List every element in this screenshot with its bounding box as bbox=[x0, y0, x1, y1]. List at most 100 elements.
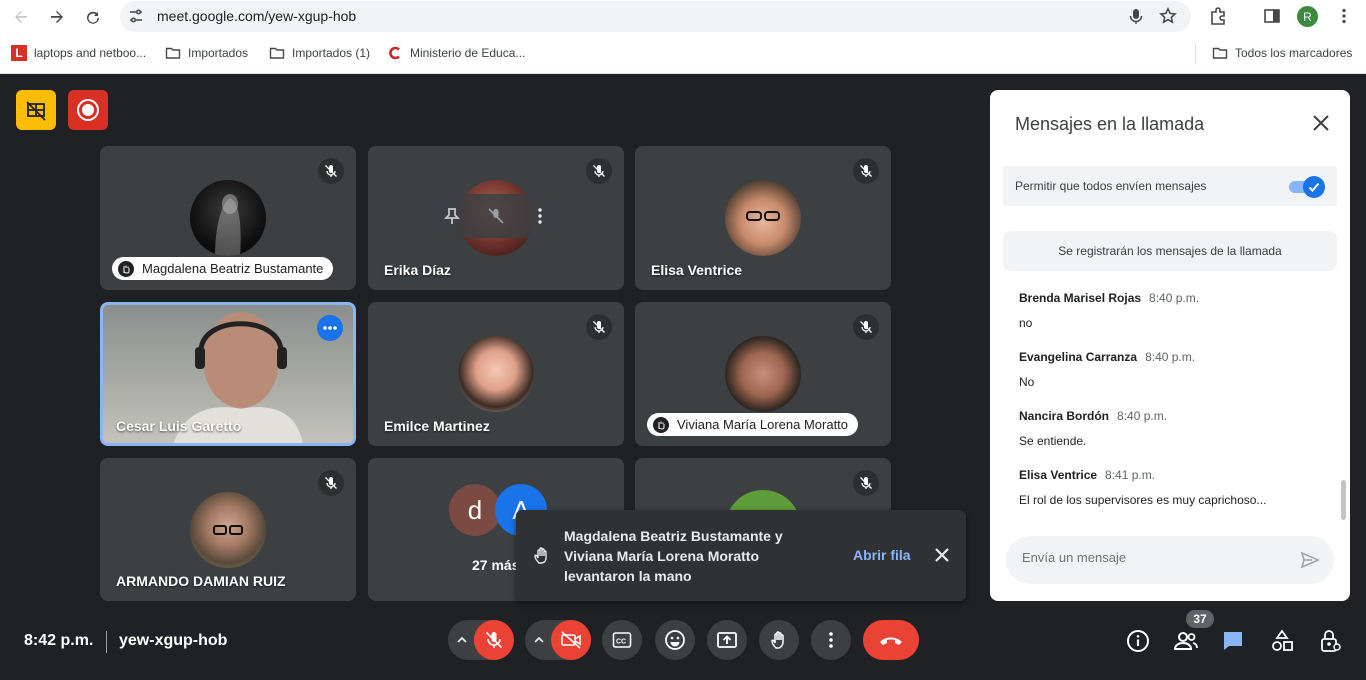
message-text: Se entiende. bbox=[1019, 434, 1087, 448]
star-icon[interactable] bbox=[1159, 7, 1177, 25]
close-icon[interactable] bbox=[932, 545, 952, 565]
leave-call-button[interactable] bbox=[863, 620, 919, 660]
videocam-off-icon bbox=[561, 631, 581, 649]
mute-participant-icon[interactable] bbox=[486, 206, 506, 226]
bookmark-label: Importados (1) bbox=[292, 46, 371, 60]
recording-badge[interactable] bbox=[68, 90, 108, 130]
present-button[interactable] bbox=[707, 620, 747, 660]
close-icon[interactable] bbox=[1310, 112, 1332, 134]
raised-hands-notification: Magdalena Beatriz Bustamante y Viviana M… bbox=[516, 510, 966, 601]
send-icon[interactable] bbox=[1300, 550, 1320, 570]
participants-count-badge: 37 bbox=[1186, 610, 1214, 628]
back-icon[interactable] bbox=[8, 4, 34, 30]
others-count-label: 27 más bbox=[472, 557, 520, 573]
call-end-icon bbox=[880, 637, 902, 645]
meeting-details-button[interactable] bbox=[1125, 628, 1151, 654]
participant-name: Elisa Ventrice bbox=[651, 262, 743, 278]
microphone-toggle-button[interactable] bbox=[474, 620, 514, 660]
bookmark-ministerio[interactable]: Ministerio de Educa... bbox=[387, 45, 525, 61]
folder-icon bbox=[1212, 47, 1228, 59]
record-icon bbox=[77, 99, 99, 121]
camera-toggle-button[interactable] bbox=[551, 620, 591, 660]
chat-recording-notice: Se registrarán los mensajes de la llamad… bbox=[1003, 231, 1337, 271]
bookmark-label: Importados bbox=[188, 46, 249, 60]
activities-button[interactable] bbox=[1269, 628, 1295, 654]
allow-messages-toggle[interactable] bbox=[1289, 175, 1325, 198]
message-text: El rol de los supervisores es muy capric… bbox=[1019, 493, 1267, 507]
site-settings-icon[interactable] bbox=[128, 8, 144, 24]
bookmarks-bar: L laptops and netboo... Importados Impor… bbox=[0, 34, 1366, 74]
chat-scrollbar[interactable] bbox=[1341, 480, 1346, 520]
participant-avatar bbox=[458, 336, 534, 412]
forward-icon[interactable] bbox=[44, 4, 70, 30]
participant-tile[interactable]: Emilce Martinez bbox=[368, 302, 624, 446]
extensions-icon[interactable] bbox=[1209, 7, 1227, 25]
participant-tile[interactable]: ARMANDO DAMIAN RUIZ bbox=[100, 458, 356, 601]
info-icon bbox=[1127, 630, 1149, 652]
participant-tile[interactable]: Magdalena Beatriz Bustamante bbox=[100, 146, 356, 290]
participant-tile-active[interactable]: Cesar Luis Garetto bbox=[100, 302, 356, 446]
lock-person-icon bbox=[1321, 630, 1341, 652]
people-icon bbox=[1173, 632, 1198, 650]
message-time: 8:40 p.m. bbox=[1145, 350, 1196, 364]
participant-avatar bbox=[725, 336, 801, 412]
svg-text:CC: CC bbox=[616, 639, 626, 646]
more-options-button[interactable] bbox=[811, 620, 851, 660]
meeting-time: 8:42 p.m. bbox=[24, 632, 94, 649]
message-time: 8:40 p.m. bbox=[1117, 409, 1168, 423]
chat-message: Brenda Marisel Rojas 8:40 p.m. no bbox=[1019, 289, 1329, 348]
address-bar[interactable]: meet.google.com/yew-xgup-hob bbox=[120, 1, 1191, 32]
open-queue-button[interactable]: Abrir fila bbox=[853, 547, 911, 563]
allow-messages-label: Permitir que todos envíen mensajes bbox=[1015, 179, 1207, 193]
companion-mode-badge[interactable] bbox=[16, 90, 56, 130]
raise-hand-button[interactable] bbox=[759, 620, 799, 660]
chat-icon bbox=[1224, 632, 1242, 650]
bookmark-laptops[interactable]: L laptops and netboo... bbox=[11, 45, 146, 61]
shapes-icon bbox=[1272, 629, 1293, 651]
emoji-icon bbox=[665, 630, 685, 650]
divider bbox=[106, 631, 107, 653]
meeting-code: yew-xgup-hob bbox=[119, 632, 228, 649]
chat-panel: Mensajes en la llamada Permitir que todo… bbox=[990, 90, 1350, 601]
url-text[interactable]: meet.google.com/yew-xgup-hob bbox=[157, 8, 356, 24]
hand-icon bbox=[771, 631, 784, 649]
message-text: no bbox=[1019, 316, 1033, 330]
all-bookmarks[interactable]: Todos los marcadores bbox=[1212, 45, 1352, 61]
notification-text: Magdalena Beatriz Bustamante y Viviana M… bbox=[564, 528, 783, 584]
chevron-up-icon[interactable] bbox=[456, 634, 468, 646]
present-screen-icon bbox=[717, 632, 737, 648]
reload-icon[interactable] bbox=[80, 4, 106, 30]
bookmark-label: Ministerio de Educa... bbox=[410, 46, 526, 60]
host-controls-button[interactable] bbox=[1317, 628, 1343, 654]
reactions-button[interactable] bbox=[655, 620, 695, 660]
participant-name: Viviana María Lorena Moratto bbox=[677, 417, 849, 432]
message-sender: Elisa Ventrice bbox=[1019, 468, 1098, 482]
profile-avatar[interactable]: R bbox=[1297, 6, 1318, 27]
all-bookmarks-label: Todos los marcadores bbox=[1235, 46, 1353, 60]
captions-button[interactable]: CC bbox=[602, 620, 642, 660]
mic-off-icon bbox=[853, 314, 879, 340]
more-options-button[interactable] bbox=[317, 315, 343, 341]
microphone-icon[interactable] bbox=[1127, 7, 1145, 25]
participant-tile[interactable]: Elisa Ventrice bbox=[635, 146, 891, 290]
check-icon bbox=[1308, 182, 1320, 192]
chevron-up-icon[interactable] bbox=[533, 634, 545, 646]
participant-tile[interactable]: Viviana María Lorena Moratto bbox=[635, 302, 891, 446]
participant-name: Magdalena Beatriz Bustamante bbox=[142, 261, 324, 276]
participant-name-pill: Viviana María Lorena Moratto bbox=[647, 413, 859, 436]
pin-icon[interactable] bbox=[442, 206, 462, 226]
raised-hand-icon bbox=[118, 260, 134, 277]
more-horiz-icon bbox=[323, 326, 337, 330]
chat-button[interactable] bbox=[1220, 628, 1246, 654]
more-vert-icon[interactable] bbox=[1335, 7, 1353, 25]
side-panel-icon[interactable] bbox=[1263, 7, 1281, 25]
message-input[interactable] bbox=[1022, 550, 1282, 565]
mic-off-icon bbox=[586, 314, 612, 340]
closed-captions-icon: CC bbox=[612, 632, 632, 648]
participant-tile[interactable]: Erika Díaz bbox=[368, 146, 624, 290]
more-options-icon[interactable] bbox=[530, 206, 550, 226]
bookmark-importados[interactable]: Importados bbox=[165, 45, 248, 61]
mic-off-icon bbox=[853, 158, 879, 184]
people-button[interactable] bbox=[1173, 628, 1199, 654]
bookmark-importados-1[interactable]: Importados (1) bbox=[269, 45, 370, 61]
